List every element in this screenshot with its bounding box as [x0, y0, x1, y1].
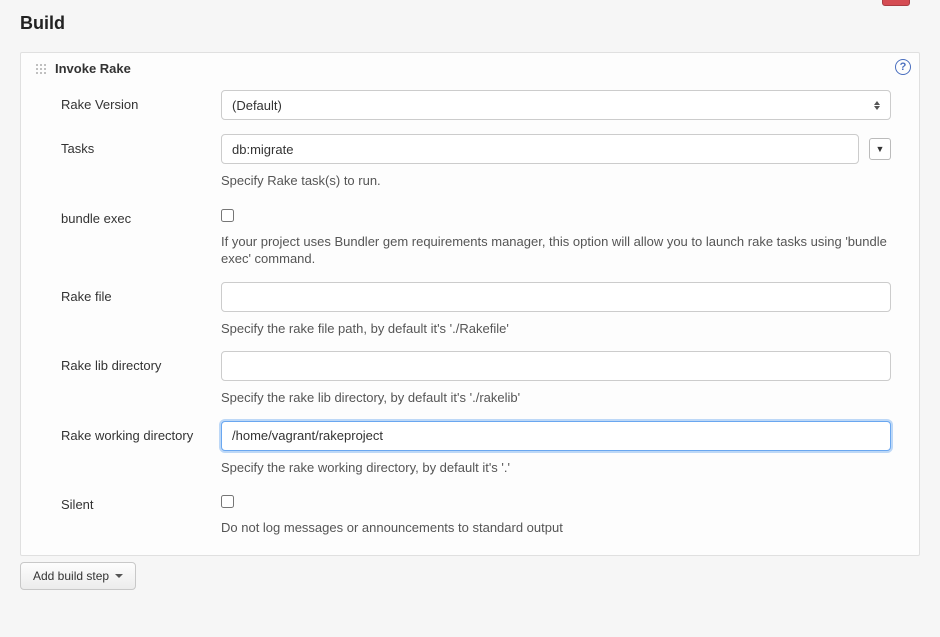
rake-lib-label: Rake lib directory	[61, 351, 221, 373]
delete-step-button[interactable]: X	[882, 0, 910, 6]
rake-file-label: Rake file	[61, 282, 221, 304]
rake-wd-label: Rake working directory	[61, 421, 221, 443]
add-build-step-button[interactable]: Add build step	[20, 562, 136, 590]
rake-version-value: (Default)	[232, 98, 282, 113]
help-icon[interactable]: ?	[895, 59, 911, 75]
tasks-input[interactable]	[221, 134, 859, 164]
tasks-hint: Specify Rake task(s) to run.	[221, 172, 891, 190]
tasks-expand-button[interactable]: ▼	[869, 138, 891, 160]
rake-lib-input[interactable]	[221, 351, 891, 381]
drag-handle-icon[interactable]	[35, 63, 47, 75]
rake-wd-hint: Specify the rake working directory, by d…	[221, 459, 891, 477]
rake-file-hint: Specify the rake file path, by default i…	[221, 320, 891, 338]
select-arrows-icon	[874, 98, 882, 112]
step-header: Invoke Rake ?	[21, 53, 919, 82]
add-build-step-label: Add build step	[33, 569, 109, 583]
rake-wd-input[interactable]	[221, 421, 891, 451]
rake-lib-hint: Specify the rake lib directory, by defau…	[221, 389, 891, 407]
rake-version-label: Rake Version	[61, 90, 221, 112]
rake-file-input[interactable]	[221, 282, 891, 312]
rake-version-select[interactable]: (Default)	[221, 90, 891, 120]
step-form: Rake Version (Default) Tasks ▼ Specify R…	[21, 82, 919, 555]
silent-hint: Do not log messages or announcements to …	[221, 519, 891, 537]
section-heading: Build	[0, 0, 940, 40]
bundle-exec-label: bundle exec	[61, 204, 221, 226]
bundle-exec-hint: If your project uses Bundler gem require…	[221, 233, 891, 268]
tasks-label: Tasks	[61, 134, 221, 156]
bundle-exec-checkbox[interactable]	[221, 209, 234, 222]
caret-down-icon	[115, 574, 123, 578]
build-step-panel: X Invoke Rake ? Rake Version (Default) T…	[20, 52, 920, 556]
step-title: Invoke Rake	[55, 61, 131, 76]
silent-checkbox[interactable]	[221, 495, 234, 508]
delete-label: X	[892, 0, 899, 3]
chevron-down-icon: ▼	[876, 144, 885, 154]
silent-label: Silent	[61, 490, 221, 512]
